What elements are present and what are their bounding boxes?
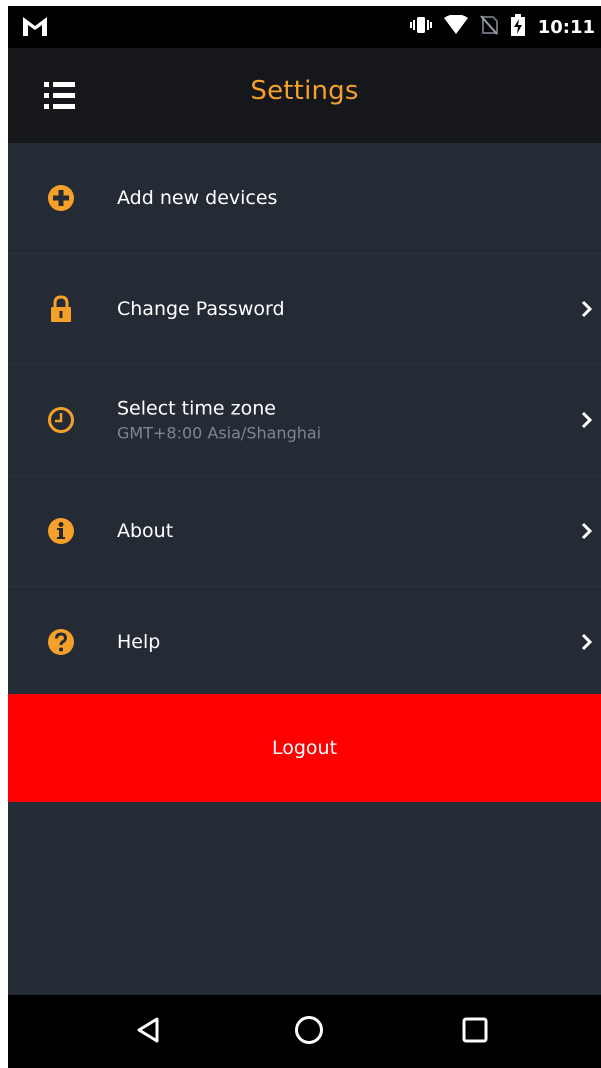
status-icons: 10:11: [409, 6, 595, 48]
chevron-right-icon: [581, 300, 593, 318]
help-icon: [46, 627, 76, 657]
chevron-right-icon: [581, 522, 593, 540]
page-title: Settings: [250, 76, 359, 106]
settings-item-help[interactable]: Help: [8, 587, 601, 698]
settings-item-select-time-zone[interactable]: Select time zone GMT+8:00 Asia/Shanghai: [8, 365, 601, 476]
settings-item-label: Help: [117, 631, 161, 653]
status-bar: 10:11: [8, 6, 601, 48]
lock-icon: [46, 294, 76, 324]
chevron-right-icon: [581, 411, 593, 429]
vibrate-icon: [409, 15, 432, 39]
settings-item-change-password[interactable]: Change Password: [8, 254, 601, 365]
settings-list: Add new devices Change Password Select t…: [8, 143, 601, 698]
settings-item-about[interactable]: About: [8, 476, 601, 587]
time-zone-value: GMT+8:00 Asia/Shanghai: [117, 423, 322, 443]
app-bar: Settings: [8, 48, 601, 143]
settings-item-add-new-devices[interactable]: Add new devices: [8, 143, 601, 254]
navigation-bar: [8, 995, 601, 1068]
recents-icon[interactable]: [462, 1017, 488, 1047]
home-icon[interactable]: [294, 1015, 324, 1049]
status-time: 10:11: [537, 16, 595, 38]
no-sim-icon: [479, 15, 498, 39]
gmail-icon: [22, 15, 48, 41]
settings-item-label: Add new devices: [117, 187, 278, 209]
settings-item-label: About: [117, 520, 174, 542]
add-circle-icon: [46, 183, 76, 213]
logout-button[interactable]: Logout: [8, 694, 601, 802]
back-icon[interactable]: [136, 1017, 160, 1047]
phone-screen: 10:11 Settings Add new devices Change Pa…: [8, 6, 601, 1068]
chevron-right-icon: [581, 633, 593, 651]
settings-item-label: Select time zone: [117, 397, 276, 420]
clock-icon: [46, 405, 76, 435]
settings-item-label: Change Password: [117, 298, 285, 320]
wifi-icon: [443, 14, 468, 39]
info-icon: [46, 516, 76, 546]
battery-charging-icon: [510, 14, 526, 40]
